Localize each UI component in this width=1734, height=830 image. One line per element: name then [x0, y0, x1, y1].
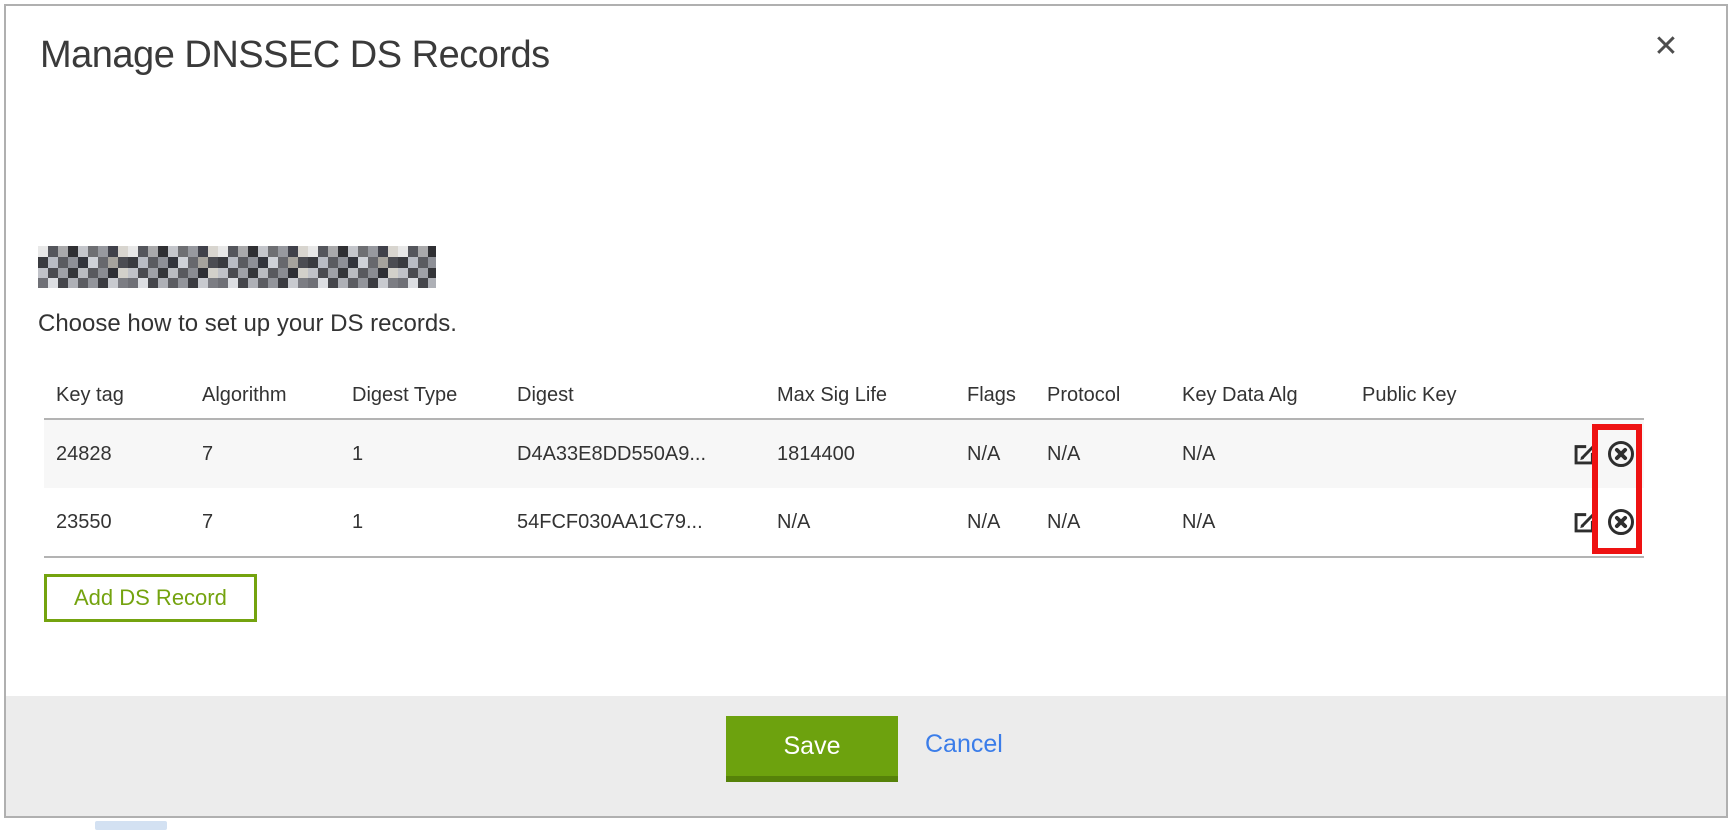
- delete-icon[interactable]: [1606, 507, 1636, 537]
- background-page-artifact: [95, 821, 167, 830]
- col-header-key-tag: Key tag: [44, 384, 190, 407]
- col-header-public-key: Public Key: [1350, 384, 1560, 407]
- save-button[interactable]: Save: [726, 716, 898, 782]
- cell-protocol: N/A: [1035, 511, 1170, 534]
- col-header-max-sig-life: Max Sig Life: [765, 384, 955, 407]
- cell-flags: N/A: [955, 511, 1035, 534]
- table-body: 24828 7 1 D4A33E8DD550A9... 1814400 N/A …: [44, 418, 1644, 558]
- ds-records-table: Key tag Algorithm Digest Type Digest Max…: [44, 372, 1644, 558]
- edit-icon[interactable]: [1571, 509, 1598, 536]
- col-header-protocol: Protocol: [1035, 384, 1170, 407]
- table-row: 24828 7 1 D4A33E8DD550A9... 1814400 N/A …: [44, 420, 1644, 488]
- cell-key-data-alg: N/A: [1170, 511, 1350, 534]
- redacted-domain-name: [38, 246, 436, 288]
- add-ds-record-button[interactable]: Add DS Record: [44, 574, 257, 622]
- close-icon[interactable]: ✕: [1644, 24, 1688, 68]
- cell-actions: [1560, 507, 1644, 537]
- col-header-flags: Flags: [955, 384, 1035, 407]
- dialog-title: Manage DNSSEC DS Records: [40, 34, 550, 77]
- cell-algorithm: 7: [190, 511, 340, 534]
- delete-icon[interactable]: [1606, 439, 1636, 469]
- cell-algorithm: 7: [190, 443, 340, 466]
- cell-protocol: N/A: [1035, 443, 1170, 466]
- col-header-digest-type: Digest Type: [340, 384, 505, 407]
- cell-digest: D4A33E8DD550A9...: [505, 443, 765, 466]
- cell-max-sig-life: 1814400: [765, 443, 955, 466]
- col-header-key-data-alg: Key Data Alg: [1170, 384, 1350, 407]
- cell-key-tag: 24828: [44, 443, 190, 466]
- screenshot-canvas: Manage DNSSEC DS Records ✕ Choose how to…: [0, 0, 1734, 830]
- table-header-row: Key tag Algorithm Digest Type Digest Max…: [44, 372, 1644, 418]
- cancel-link[interactable]: Cancel: [925, 730, 1003, 759]
- cell-digest-type: 1: [340, 443, 505, 466]
- col-header-digest: Digest: [505, 384, 765, 407]
- cell-flags: N/A: [955, 443, 1035, 466]
- cell-actions: [1560, 439, 1644, 469]
- col-header-algorithm: Algorithm: [190, 384, 340, 407]
- edit-icon[interactable]: [1571, 441, 1598, 468]
- manage-dnssec-dialog: Manage DNSSEC DS Records ✕ Choose how to…: [4, 4, 1728, 818]
- cell-key-data-alg: N/A: [1170, 443, 1350, 466]
- table-row: 23550 7 1 54FCF030AA1C79... N/A N/A N/A …: [44, 488, 1644, 556]
- cell-digest-type: 1: [340, 511, 505, 534]
- dialog-footer: Save Cancel: [6, 696, 1726, 816]
- cell-digest: 54FCF030AA1C79...: [505, 511, 765, 534]
- cell-key-tag: 23550: [44, 511, 190, 534]
- instruction-text: Choose how to set up your DS records.: [38, 310, 457, 338]
- cell-max-sig-life: N/A: [765, 511, 955, 534]
